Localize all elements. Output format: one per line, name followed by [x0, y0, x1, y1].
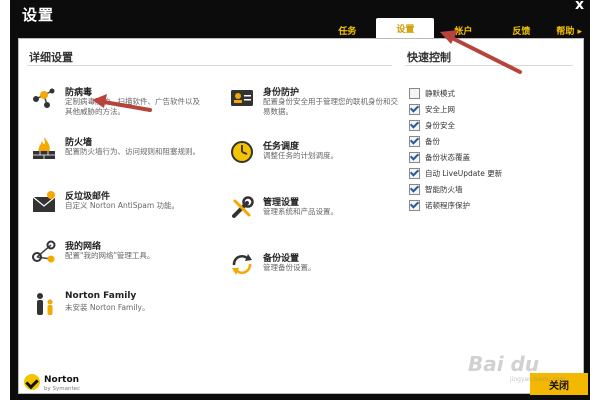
identity-protection-desc: 配置身份安全用于管理您的联机身份和交易数据。 [263, 97, 398, 116]
norton-family-desc: 未安装 Norton Family。 [65, 303, 150, 312]
tab-account[interactable]: 帐户 [434, 22, 492, 38]
setting-my-network[interactable]: 我的网络 配置"我的网络"管理工具。 [31, 239, 211, 279]
mail-icon [32, 191, 56, 212]
product-tamper-protection-checkbox[interactable] [409, 199, 420, 211]
quick-identity-safe[interactable]: 身份安全 [409, 118, 455, 132]
setting-firewall[interactable]: 防火墙 配置防火墙行为、访问规则和阻塞规则。 [31, 135, 211, 175]
quick-backup[interactable]: 备份 [409, 134, 440, 148]
setting-norton-family[interactable]: Norton Family 未安装 Norton Family。 [31, 291, 211, 331]
setting-antivirus[interactable]: 防病毒 定制病毒防护、扫描软件、广告软件以及其他威胁的方法。 [31, 85, 211, 125]
identity-safe-label: 身份安全 [425, 120, 455, 130]
silent-mode-checkbox[interactable] [409, 87, 420, 99]
settings-window: 设置 x 任务 设置 帐户 反馈 帮助 ▸ 详细设置 快速控制 防病毒 定制病毒… [10, 0, 590, 400]
setting-admin-settings[interactable]: 管理设置 管理系统和产品设置。 [229, 195, 409, 235]
quick-safe-web[interactable]: 安全上网 [409, 102, 455, 116]
admin-settings-desc: 管理系统和产品设置。 [263, 207, 338, 216]
tab-tasks[interactable]: 任务 [318, 22, 376, 38]
task-scheduling-desc: 调整任务的计划调度。 [263, 151, 338, 160]
auto-liveupdate-checkbox[interactable] [409, 167, 420, 179]
identity-safe-checkbox[interactable] [409, 119, 420, 131]
window-title: 设置 [22, 6, 55, 24]
antivirus-desc: 定制病毒防护、扫描软件、广告软件以及其他威胁的方法。 [65, 97, 200, 116]
settings-panel: 详细设置 快速控制 防病毒 定制病毒防护、扫描软件、广告软件以及其他威胁的方法。 [18, 38, 584, 394]
quick-divider [405, 65, 573, 66]
norton-brand-name: Norton [44, 375, 80, 385]
wrench-icon [232, 196, 254, 218]
firewall-desc: 配置防火墙行为、访问规则和阻塞规则。 [65, 147, 200, 156]
firewall-icon [33, 137, 55, 159]
quick-smart-firewall[interactable]: 智能防火墙 [409, 182, 463, 196]
quick-auto-liveupdate[interactable]: 自动 LiveUpdate 更新 [409, 166, 502, 180]
detail-divider [27, 65, 392, 66]
backup-checkbox[interactable] [409, 135, 420, 147]
backup-status-overlay-checkbox[interactable] [409, 151, 420, 163]
window-close-button[interactable]: x [575, 0, 584, 13]
virus-icon [33, 88, 55, 108]
norton-brand-sub: by Symantec [44, 386, 81, 392]
quick-product-tamper-protection[interactable]: 诺顿程序保护 [409, 198, 470, 212]
backup-status-overlay-label: 备份状态覆盖 [425, 152, 470, 162]
my-network-desc: 配置"我的网络"管理工具。 [65, 251, 155, 260]
antispam-desc: 自定义 Norton AntiSpam 功能。 [65, 201, 180, 210]
close-button[interactable]: 关闭 [530, 373, 588, 395]
smart-firewall-label: 智能防火墙 [425, 184, 463, 194]
setting-identity-protection[interactable]: 身份防护 配置身份安全用于管理您的联机身份和交易数据。 [229, 85, 409, 125]
safe-web-label: 安全上网 [425, 104, 455, 114]
family-icon [37, 293, 53, 315]
identity-icon [231, 90, 253, 106]
setting-antispam[interactable]: 反垃圾邮件 自定义 Norton AntiSpam 功能。 [31, 189, 211, 229]
network-icon [32, 240, 56, 263]
backup-icon [232, 254, 252, 275]
tab-settings[interactable]: 设置 [376, 18, 435, 38]
product-tamper-protection-label: 诺顿程序保护 [425, 200, 470, 210]
norton-family-title: Norton Family [65, 291, 137, 301]
norton-check-icon [24, 374, 40, 390]
detail-settings-heading: 详细设置 [29, 51, 73, 64]
backup-label: 备份 [425, 136, 440, 146]
tab-bar: 任务 设置 帐户 反馈 帮助 ▸ [318, 18, 590, 38]
backup-settings-desc: 管理备份设置。 [263, 263, 316, 272]
tab-feedback[interactable]: 反馈 [492, 22, 550, 38]
quick-silent-mode[interactable]: 静默模式 [409, 86, 455, 100]
clock-icon [231, 141, 253, 163]
setting-backup[interactable]: 备份设置 管理备份设置。 [229, 251, 409, 291]
quick-control-heading: 快速控制 [407, 51, 451, 64]
auto-liveupdate-label: 自动 LiveUpdate 更新 [425, 168, 503, 178]
safe-web-checkbox[interactable] [409, 103, 420, 115]
setting-task-scheduling[interactable]: 任务调度 调整任务的计划调度。 [229, 139, 409, 179]
quick-backup-status-overlay[interactable]: 备份状态覆盖 [409, 150, 470, 164]
silent-mode-label: 静默模式 [425, 88, 455, 98]
help-menu[interactable]: 帮助 ▸ [556, 22, 590, 38]
smart-firewall-checkbox[interactable] [409, 183, 420, 195]
